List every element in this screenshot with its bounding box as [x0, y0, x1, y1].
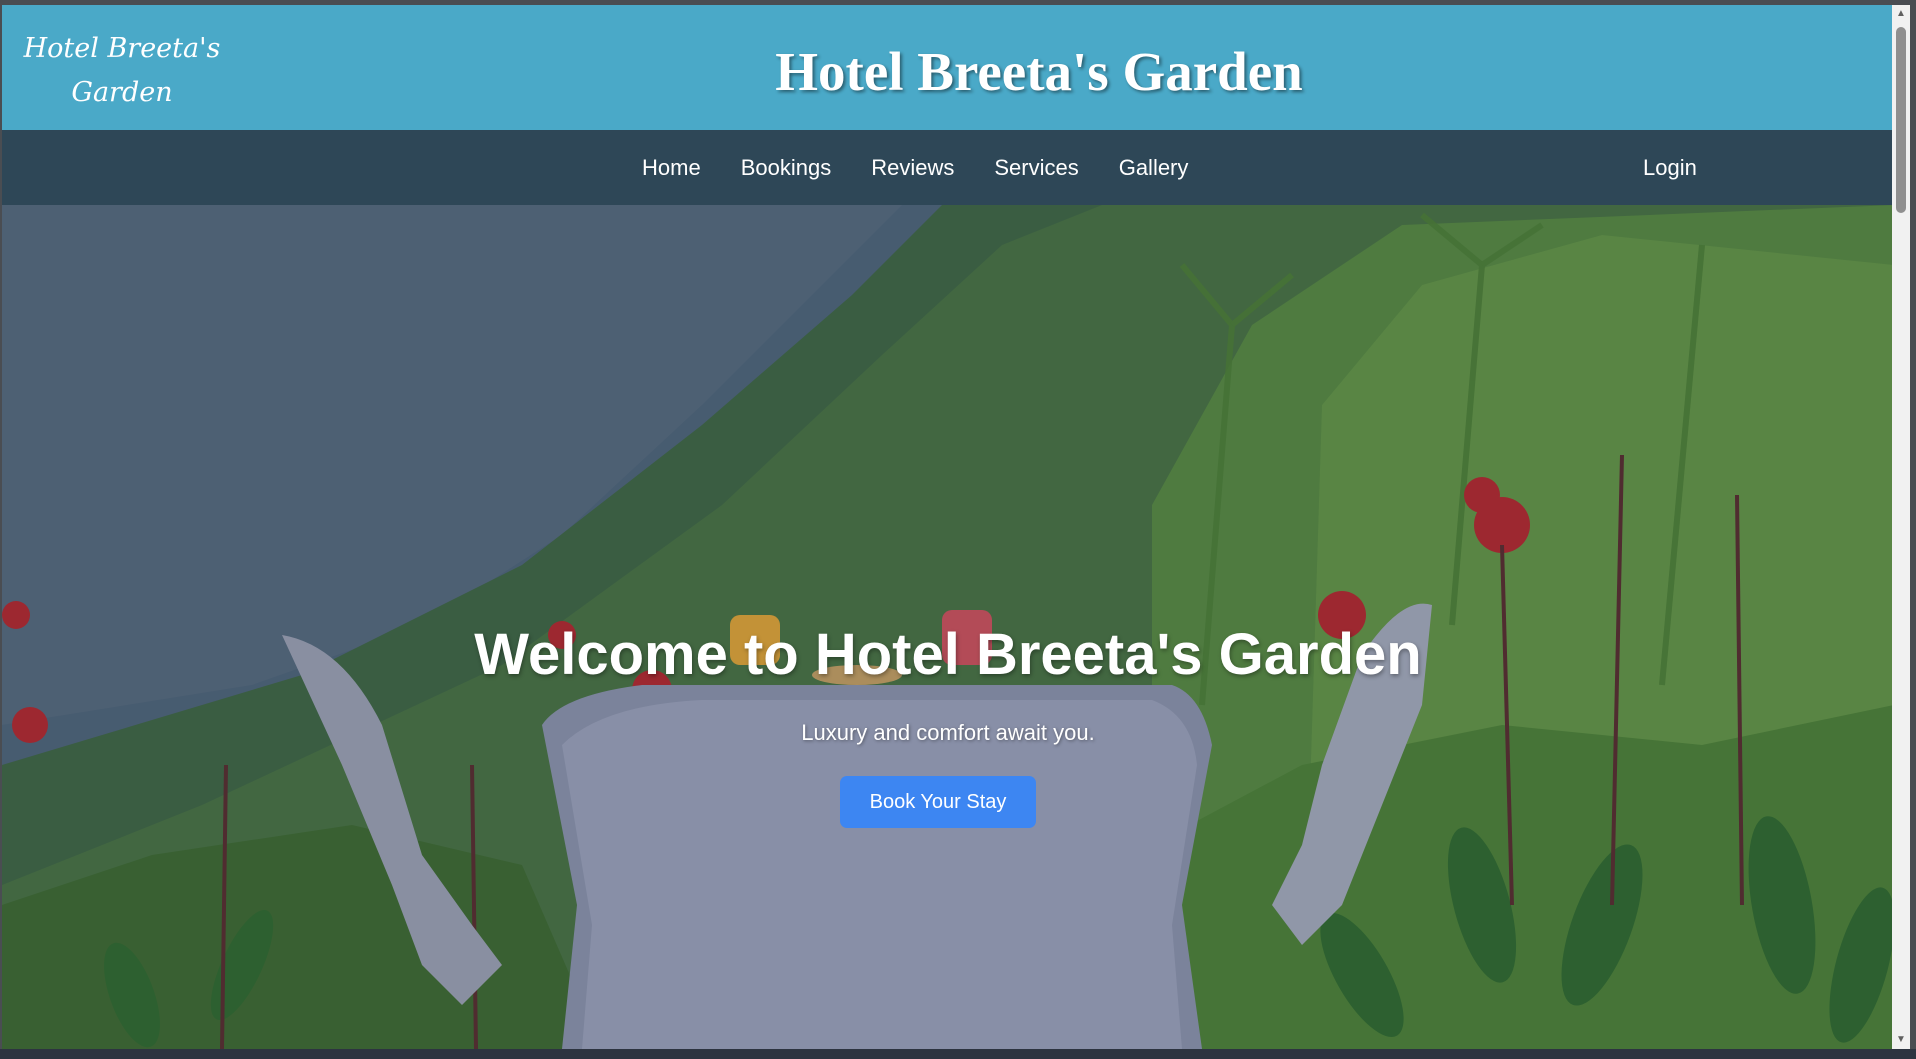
triangle-down-icon: ▼	[1896, 1034, 1906, 1045]
nav-link-services[interactable]: Services	[994, 155, 1078, 181]
site-header: Hotel Breeta's Garden Hotel Breeta's Gar…	[2, 5, 1894, 130]
main-nav: Home Bookings Reviews Services Gallery L…	[2, 130, 1894, 205]
vertical-scrollbar[interactable]: ▲ ▼	[1892, 5, 1910, 1049]
scroll-thumb[interactable]	[1896, 27, 1906, 213]
login-link[interactable]: Login	[1643, 130, 1697, 205]
nav-links: Home Bookings Reviews Services Gallery	[642, 130, 1188, 205]
browser-viewport: Hotel Breeta's Garden Hotel Breeta's Gar…	[2, 5, 1894, 1049]
hero-subtitle: Luxury and comfort await you.	[801, 720, 1095, 745]
nav-link-gallery[interactable]: Gallery	[1119, 155, 1189, 181]
nav-link-home[interactable]: Home	[642, 155, 701, 181]
hero-section: Welcome to Hotel Breeta's Garden Luxury …	[2, 205, 1894, 1049]
book-your-stay-button[interactable]: Book Your Stay	[840, 776, 1036, 828]
scroll-up-arrow[interactable]: ▲	[1892, 5, 1910, 23]
triangle-up-icon: ▲	[1896, 8, 1906, 19]
scroll-down-arrow[interactable]: ▼	[1892, 1031, 1910, 1049]
site-title: Hotel Breeta's Garden	[775, 41, 1303, 102]
window-bottom-edge	[0, 1049, 1916, 1059]
nav-link-reviews[interactable]: Reviews	[871, 155, 954, 181]
hero-title: Welcome to Hotel Breeta's Garden	[474, 622, 1422, 687]
nav-link-bookings[interactable]: Bookings	[741, 155, 832, 181]
